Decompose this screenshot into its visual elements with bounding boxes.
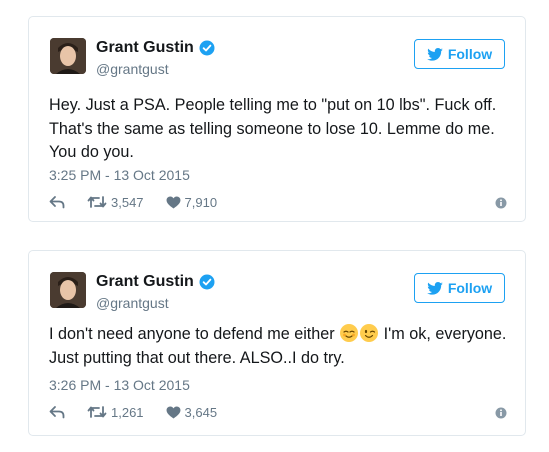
reply-button[interactable] [49,405,69,419]
like-count: 3,645 [184,404,218,420]
timestamp[interactable]: 3:25 PM - 13 Oct 2015 [49,167,190,183]
display-name[interactable]: Grant Gustin [96,273,194,291]
follow-button[interactable]: Follow [414,39,505,69]
reply-icon [49,406,65,419]
tweet-text: Hey. Just a PSA. People telling me to "p… [49,96,497,161]
heart-icon [166,405,181,419]
like-count: 7,910 [184,194,218,210]
handle[interactable]: @grantgust [96,295,215,311]
winking-face-emoji-icon [360,324,379,342]
handle[interactable]: @grantgust [96,61,215,77]
retweet-icon [87,196,107,208]
author-block: Grant Gustin @grantgust [96,272,215,311]
retweet-count: 3,547 [111,194,144,210]
twitter-bird-icon [427,281,443,295]
action-bar: 1,261 3,645 [49,403,507,421]
like-button[interactable]: 3,645 [166,404,218,420]
tweet-card: Grant Gustin @grantgust Follow I don't n… [28,250,526,436]
follow-label: Follow [447,280,493,296]
timestamp[interactable]: 3:26 PM - 13 Oct 2015 [49,377,190,393]
reply-button[interactable] [49,195,69,209]
info-icon [495,197,507,209]
retweet-button[interactable]: 3,547 [87,195,144,210]
relieved-face-emoji-icon [340,324,359,342]
author-block: Grant Gustin @grantgust [96,38,215,77]
tweet-text: I don't need anyone to defend me either … [49,323,507,370]
twitter-bird-icon [427,47,443,61]
info-button[interactable] [495,406,507,424]
follow-label: Follow [447,46,493,62]
action-bar: 3,547 7,910 [49,193,507,211]
follow-button[interactable]: Follow [414,273,505,303]
like-button[interactable]: 7,910 [166,194,218,210]
heart-icon [166,195,181,209]
display-name[interactable]: Grant Gustin [96,39,194,57]
avatar[interactable] [50,38,86,74]
tweet-text-part: I don't need anyone to defend me either [49,325,335,343]
info-button[interactable] [495,196,507,214]
verified-badge-icon [199,274,215,290]
retweet-icon [87,406,107,418]
verified-badge-icon [199,40,215,56]
tweet-card: Grant Gustin @grantgust Follow Hey. Just… [28,16,526,222]
retweet-count: 1,261 [111,404,144,420]
info-icon [495,407,507,419]
avatar[interactable] [50,272,86,308]
reply-icon [49,196,65,209]
retweet-button[interactable]: 1,261 [87,405,144,420]
